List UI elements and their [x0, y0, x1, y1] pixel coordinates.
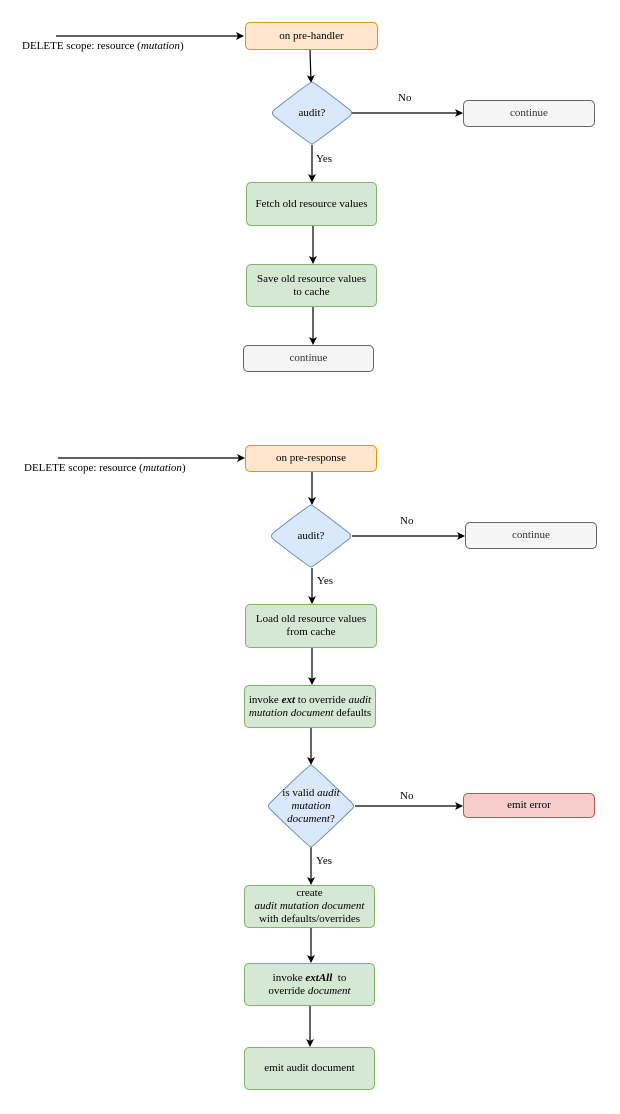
decision-audit-2[interactable]: audit? — [271, 523, 351, 549]
input-label-suffix: ) — [179, 40, 184, 52]
no-label-3: No — [400, 790, 414, 802]
continue-node-2[interactable]: continue — [243, 345, 374, 372]
invoke-ext-node[interactable]: invoke ext to override audit mutation do… — [244, 685, 376, 728]
italic-term: document — [307, 984, 351, 997]
fetch-old-values-node[interactable]: Fetch old resource values — [246, 182, 377, 226]
continue-node-1[interactable]: continue — [463, 100, 595, 127]
input-label-suffix: ) — [181, 462, 186, 474]
input-label-text: DELETE scope: resource ( — [24, 462, 143, 474]
extall-keyword: extAll — [305, 971, 333, 984]
text: invoke — [248, 693, 282, 706]
text: ? — [329, 812, 335, 825]
input-label-1: DELETE scope: resource (mutation) — [22, 40, 184, 52]
invoke-extall-node[interactable]: invoke extAll to override document — [244, 963, 375, 1006]
italic-term: audit mutation document — [254, 900, 365, 912]
yes-label-1: Yes — [316, 153, 333, 165]
invoke-extall-text: invoke extAll to override document — [257, 972, 362, 998]
load-from-cache-node[interactable]: Load old resource values from cache — [245, 604, 377, 648]
input-label-italic: mutation — [142, 462, 182, 474]
invoke-ext-text: invoke ext to override audit mutation do… — [247, 694, 373, 720]
input-label-italic: mutation — [140, 40, 180, 52]
ext-keyword: ext — [281, 693, 296, 706]
start-node-pre-handler[interactable]: on pre-handler — [245, 22, 378, 50]
create-document-node[interactable]: create audit mutation document with defaul… — [244, 885, 375, 928]
decision-valid-text: is valid audit mutation document? — [274, 787, 348, 826]
decision-audit-1[interactable]: audit? — [272, 100, 352, 126]
decision-valid-document[interactable]: is valid audit mutation document? — [274, 786, 348, 826]
emit-audit-document-node[interactable]: emit audit document — [244, 1047, 375, 1090]
save-to-cache-node[interactable]: Save old resource values to cache — [246, 264, 377, 307]
continue-node-3[interactable]: continue — [465, 522, 597, 549]
text: is valid — [282, 786, 318, 799]
yes-label-3: Yes — [316, 855, 333, 867]
edge-start-decision-1 — [306, 49, 315, 83]
text: create — [296, 887, 323, 899]
text: with defaults/overrides — [258, 913, 361, 925]
diagram-edges — [56, 32, 465, 1047]
emit-error-node[interactable]: emit error — [463, 793, 595, 818]
text: defaults — [333, 706, 372, 719]
no-label-1: No — [398, 92, 412, 104]
create-document-text: create audit mutation document with defaul… — [255, 887, 365, 926]
start-node-pre-response[interactable]: on pre-response — [245, 445, 377, 472]
text: invoke — [272, 971, 306, 984]
text: to override — [295, 693, 349, 706]
input-label-text: DELETE scope: resource ( — [22, 40, 141, 52]
yes-label-2: Yes — [317, 575, 334, 587]
input-label-2: DELETE scope: resource (mutation) — [24, 462, 186, 474]
no-label-2: No — [400, 515, 414, 527]
